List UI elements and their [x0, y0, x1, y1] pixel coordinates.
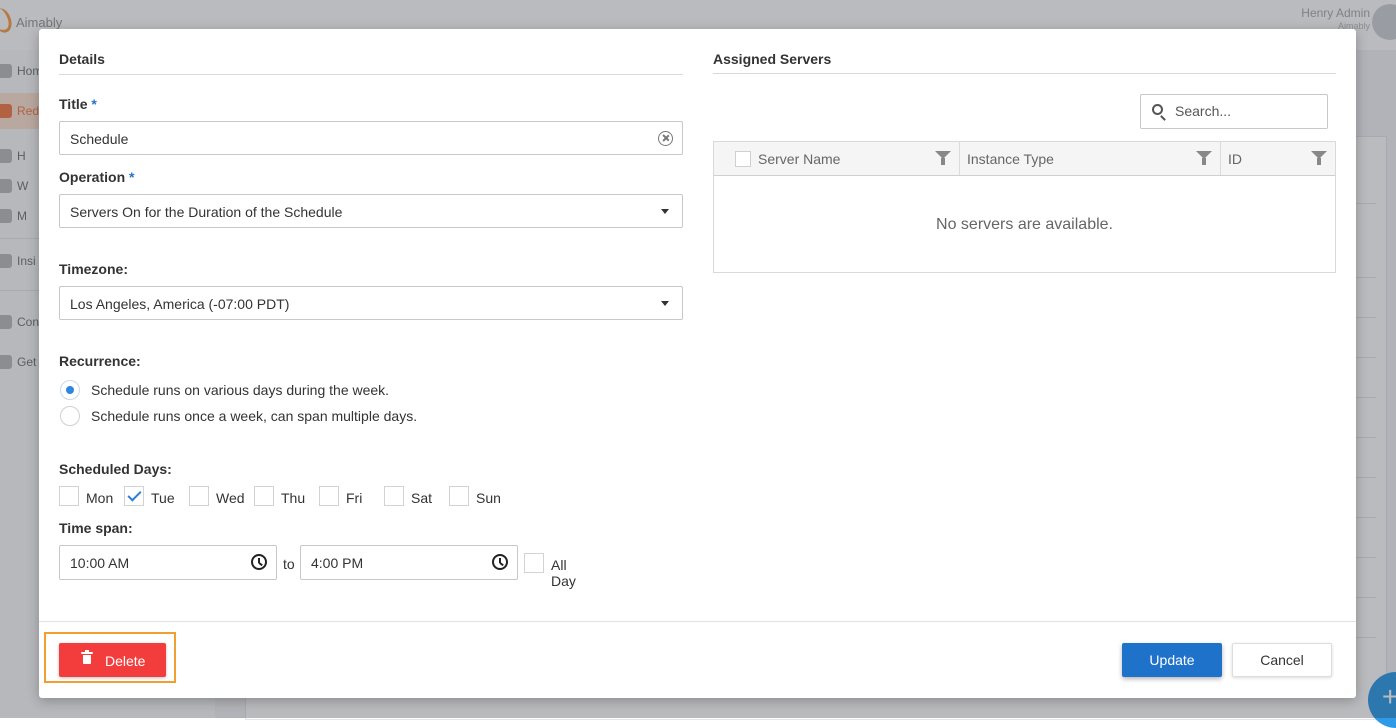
cancel-button[interactable]: Cancel: [1232, 643, 1332, 677]
checkbox[interactable]: [254, 486, 274, 506]
servers-grid: Server Name Instance Type ID No servers …: [713, 141, 1336, 273]
filter-icon[interactable]: [1311, 151, 1327, 165]
recurrence-option-label: Schedule runs once a week, can span mult…: [91, 408, 418, 424]
operation-select-value: Servers On for the Duration of the Sched…: [70, 204, 343, 220]
recurrence-radio-once-week[interactable]: [60, 406, 80, 426]
trash-icon: [81, 650, 93, 664]
checkbox-checked[interactable]: [124, 486, 144, 506]
clock-icon[interactable]: [492, 554, 508, 570]
filter-icon[interactable]: [1196, 151, 1212, 165]
start-time-value: 10:00 AM: [70, 555, 130, 571]
assigned-servers-heading: Assigned Servers: [713, 51, 832, 67]
recurrence-label: Recurrence:: [59, 353, 141, 369]
title-input-value: Schedule: [70, 131, 129, 147]
timezone-label: Timezone:: [59, 261, 128, 277]
column-id[interactable]: ID: [1221, 142, 1335, 175]
to-text: to: [283, 556, 295, 572]
delete-button[interactable]: Delete: [59, 643, 166, 677]
details-divider: [59, 74, 683, 75]
recurrence-option-label: Schedule runs on various days during the…: [91, 382, 390, 398]
search-input[interactable]: [1175, 103, 1315, 119]
timezone-select[interactable]: Los Angeles, America (-07:00 PDT): [59, 286, 683, 320]
grid-header: Server Name Instance Type ID: [714, 142, 1335, 176]
caret-down-icon: [661, 209, 669, 214]
filter-icon[interactable]: [935, 151, 951, 165]
time-span-label: Time span:: [59, 520, 133, 536]
details-heading: Details: [59, 51, 105, 67]
checkbox[interactable]: [189, 486, 209, 506]
caret-down-icon: [661, 301, 669, 306]
empty-state-message: No servers are available.: [936, 216, 1113, 233]
column-server-name[interactable]: Server Name: [714, 142, 960, 175]
checkbox[interactable]: [524, 553, 544, 573]
operation-label: Operation *: [59, 169, 135, 185]
column-instance-type[interactable]: Instance Type: [960, 142, 1221, 175]
checkbox[interactable]: [59, 486, 79, 506]
checkbox[interactable]: [319, 486, 339, 506]
select-all-checkbox[interactable]: [735, 151, 751, 167]
checkbox[interactable]: [449, 486, 469, 506]
checkbox[interactable]: [384, 486, 404, 506]
operation-select[interactable]: Servers On for the Duration of the Sched…: [59, 194, 683, 228]
title-input[interactable]: Schedule: [59, 121, 683, 155]
edit-schedule-dialog: Details Title * Schedule Operation * Ser…: [39, 29, 1356, 698]
start-time-input[interactable]: 10:00 AM: [59, 545, 277, 580]
update-button[interactable]: Update: [1122, 643, 1222, 677]
server-search[interactable]: [1140, 94, 1328, 129]
assigned-divider: [713, 73, 1336, 74]
title-label: Title *: [59, 96, 97, 112]
end-time-value: 4:00 PM: [311, 555, 364, 571]
clock-icon[interactable]: [251, 554, 267, 570]
clear-icon[interactable]: [658, 131, 673, 146]
footer-divider: [39, 621, 1356, 622]
scheduled-days-label: Scheduled Days:: [59, 461, 172, 477]
search-icon: [1152, 104, 1163, 115]
end-time-input[interactable]: 4:00 PM: [300, 545, 518, 580]
recurrence-radio-weekly-days[interactable]: [60, 380, 80, 400]
timezone-select-value: Los Angeles, America (-07:00 PDT): [70, 296, 290, 312]
